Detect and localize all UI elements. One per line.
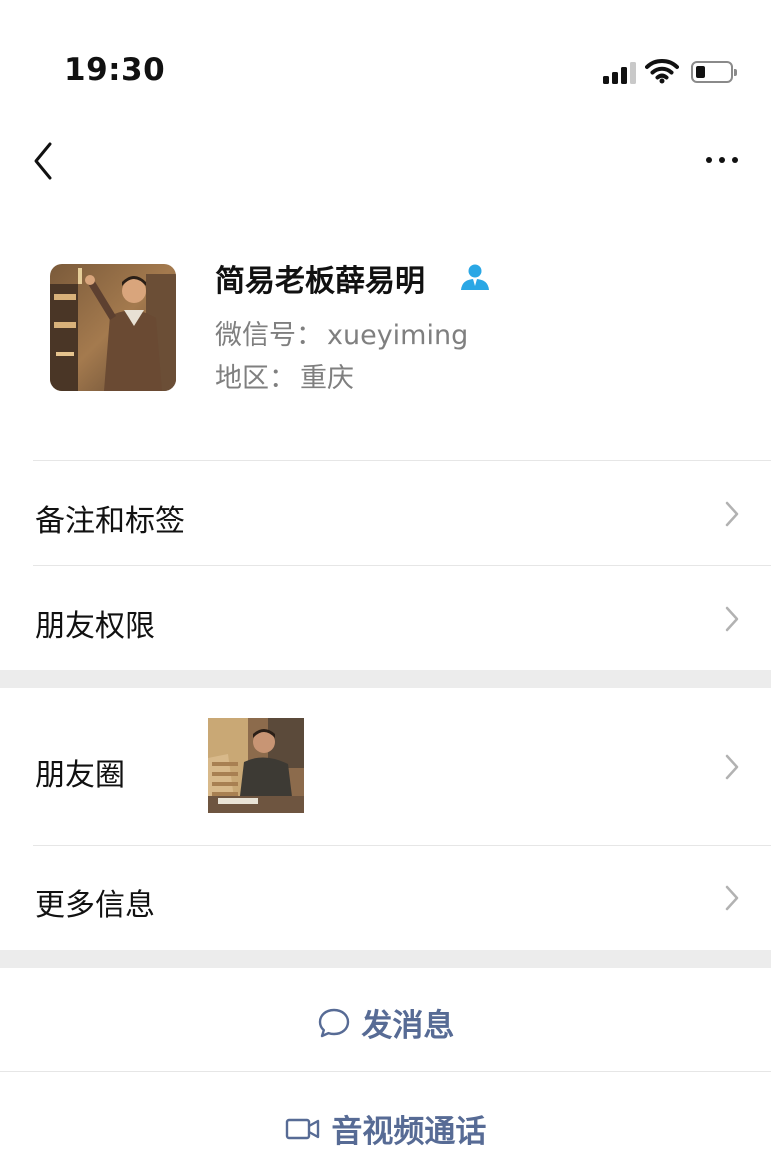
video-camera-icon [285,1118,319,1139]
section-gap [0,670,771,688]
send-message-label: 发消息 [361,1008,455,1044]
wechat-id-label: 微信号： [215,320,323,351]
notes-and-tags-row[interactable]: 备注和标签 [0,461,771,565]
moments-label: 朋友圈 [35,758,125,793]
section-gap [0,950,771,968]
chevron-right-icon [725,606,739,632]
back-button[interactable] [28,140,62,182]
video-call-button[interactable]: 音视频通话 [0,1072,771,1165]
signal-icon [603,62,636,84]
region-value: 重庆 [300,363,354,394]
notes-and-tags-label: 备注和标签 [35,504,185,539]
contact-name: 简易老板薛易明 [215,264,425,299]
wechat-id-value: xueyiming [327,320,469,351]
more-info-row[interactable]: 更多信息 [0,846,771,950]
chevron-right-icon [725,501,739,527]
avatar[interactable] [50,264,176,391]
moments-photo-thumbnail[interactable] [208,718,304,813]
chevron-right-icon [725,885,739,911]
wifi-icon [645,59,679,84]
region-line: 地区： 重庆 [215,356,354,395]
chat-bubble-icon [318,1008,349,1037]
status-time: 19:30 [64,52,166,88]
video-call-label: 音视频通话 [331,1114,487,1150]
region-label: 地区： [215,363,296,394]
send-message-button[interactable]: 发消息 [0,968,771,1071]
more-info-label: 更多信息 [35,888,155,923]
more-options-button[interactable] [700,148,744,172]
person-icon [461,264,489,290]
battery-icon [691,61,737,83]
moments-row[interactable]: 朋友圈 [0,688,771,845]
wechat-id-line: 微信号： xueyiming [215,313,468,352]
chevron-right-icon [725,754,739,780]
friend-permissions-row[interactable]: 朋友权限 [0,566,771,670]
friend-permissions-label: 朋友权限 [35,609,155,644]
